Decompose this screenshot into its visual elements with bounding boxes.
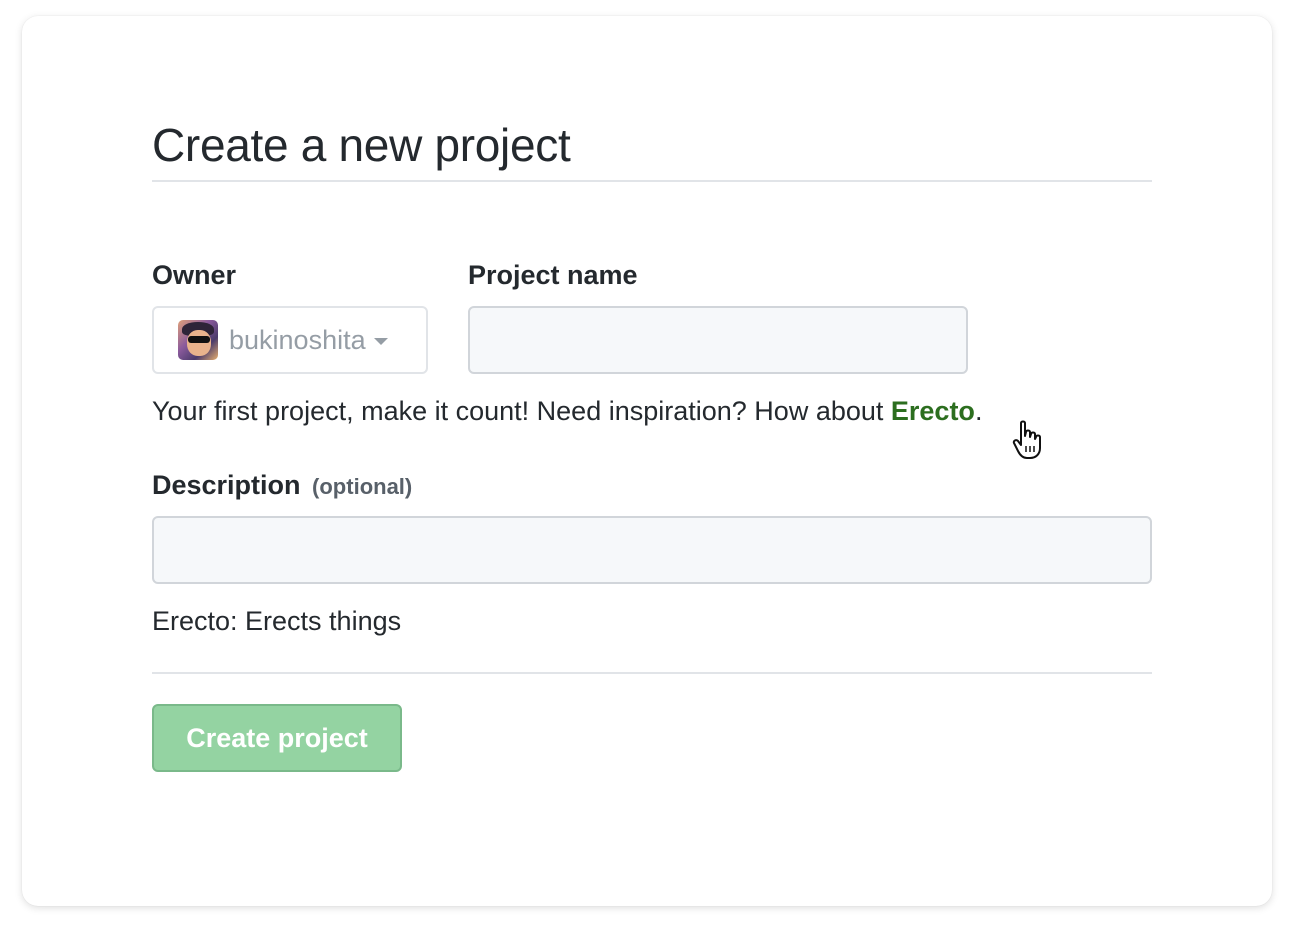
owner-label: Owner — [152, 260, 237, 290]
create-project-button[interactable]: Create project — [152, 704, 402, 772]
avatar — [178, 320, 218, 360]
description-input[interactable] — [152, 516, 1152, 584]
inspiration-hint: Your first project, make it count! Need … — [152, 396, 982, 427]
project-name-label: Project name — [468, 260, 638, 290]
description-label: Description (optional) — [152, 470, 412, 501]
owner-name: bukinoshita — [229, 324, 366, 355]
hint-text: Your first project, make it count! Need … — [152, 396, 891, 426]
caret-down-icon — [373, 338, 388, 345]
footer-divider — [152, 672, 1152, 674]
create-project-card: Create a new project Owner Project name … — [22, 16, 1272, 906]
description-preview: Erecto: Erects things — [152, 606, 402, 636]
project-name-input[interactable] — [468, 306, 968, 374]
description-label-text: Description — [152, 470, 301, 500]
page-title: Create a new project — [152, 119, 571, 171]
hint-period: . — [974, 396, 983, 426]
title-divider — [152, 180, 1152, 182]
owner-select[interactable]: bukinoshita — [152, 306, 428, 374]
hand-pointer-icon — [1012, 420, 1041, 459]
optional-tag: (optional) — [312, 474, 413, 499]
suggestion-link[interactable]: Erecto — [891, 396, 975, 426]
